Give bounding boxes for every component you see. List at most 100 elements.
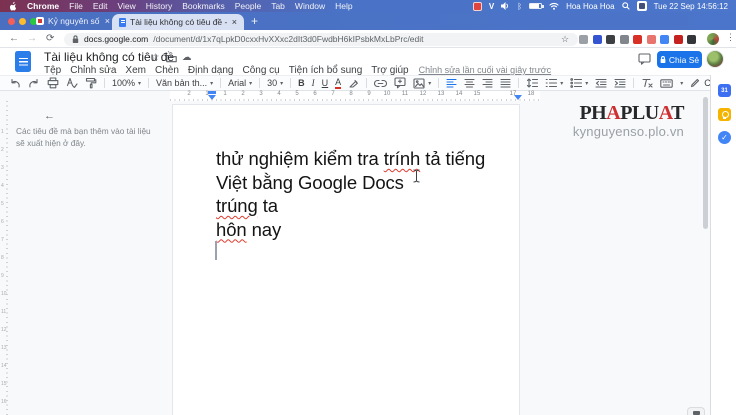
tab-kynguyenso[interactable]: Kỷ nguyên số | Chuyên mục C... × [36, 12, 110, 30]
open-comments-icon[interactable] [638, 53, 651, 65]
undo-icon[interactable] [9, 78, 21, 89]
menubar-clock[interactable]: Tue 22 Sep 14:56:12 [654, 2, 728, 11]
extension-icon[interactable] [673, 34, 683, 44]
calendar-icon[interactable]: 31 [718, 84, 731, 97]
vruler-number: 8 [1, 255, 4, 261]
extension-icon[interactable] [592, 34, 602, 44]
google-docs-logo[interactable] [15, 51, 31, 72]
chrome-menu-icon[interactable]: ⋮ [726, 32, 735, 43]
menubar-menu-item[interactable]: Window [295, 1, 325, 11]
docs-menu-item[interactable]: Xem [125, 65, 146, 76]
menubar-username[interactable]: Hoa Hoa Hoa [566, 2, 614, 11]
star-document-icon[interactable]: ☆ [151, 52, 160, 63]
increase-indent-button[interactable] [614, 78, 626, 88]
paint-format-icon[interactable] [85, 77, 97, 89]
account-avatar[interactable] [706, 50, 724, 68]
docs-menu-item[interactable]: Trợ giúp [371, 65, 408, 76]
add-comment-icon[interactable] [394, 77, 406, 89]
menubar-menu-item[interactable]: History [146, 1, 172, 11]
document-text[interactable]: thử nghiệm kiểm tra trính tả tiếng Việt … [216, 147, 506, 241]
spellcheck-icon[interactable] [66, 77, 78, 89]
menubar-menu-item[interactable]: Bookmarks [182, 1, 225, 11]
zoom-select[interactable]: 100% ▾ [112, 78, 141, 88]
tab-google-docs-active[interactable]: Tài liệu không có tiêu đề - Go... × [112, 14, 244, 30]
volume-icon[interactable] [501, 2, 510, 10]
align-center-button[interactable] [464, 78, 475, 88]
align-right-button[interactable] [482, 78, 493, 88]
print-icon[interactable] [47, 77, 59, 89]
chrome-profile-avatar[interactable] [707, 33, 719, 45]
insert-image-button[interactable]: ▾ [413, 77, 431, 89]
docs-menu-item[interactable]: Chỉnh sửa [70, 65, 116, 76]
docs-menu-item[interactable]: Chèn [155, 65, 179, 76]
url-omnibox[interactable]: docs.google.com/document/d/1x7qLpkD0cxxH… [64, 32, 578, 46]
back-button[interactable]: ← [9, 33, 19, 44]
input-source-icon[interactable] [636, 1, 647, 11]
menubar-menu-item[interactable]: Edit [93, 1, 108, 11]
menubar-app-name[interactable]: Chrome [27, 1, 59, 11]
numbered-list-button[interactable]: ▾ [545, 78, 563, 88]
highlight-color-icon[interactable] [348, 78, 359, 89]
spotlight-search-icon[interactable] [621, 2, 630, 10]
apple-icon[interactable] [8, 1, 17, 11]
first-line-indent-marker[interactable] [208, 91, 216, 94]
line-spacing-button[interactable] [526, 78, 539, 88]
document-page[interactable]: thử nghiệm kiểm tra trính tả tiếng Việt … [172, 104, 520, 415]
tasks-icon[interactable]: ✓ [718, 131, 731, 144]
input-tools-button[interactable] [660, 78, 673, 88]
extension-icon[interactable] [619, 34, 629, 44]
menubar-menu-item[interactable]: File [69, 1, 83, 11]
keep-icon[interactable] [718, 108, 731, 121]
wifi-icon[interactable] [549, 2, 559, 10]
reload-button[interactable]: ⟳ [46, 33, 54, 44]
paragraph-style-select[interactable]: Văn bản th... ▾ [156, 78, 213, 88]
extension-icon[interactable] [606, 34, 615, 44]
font-size-select[interactable]: 30 ▾ [267, 78, 283, 88]
redo-icon[interactable] [28, 78, 40, 89]
extension-icon[interactable] [646, 34, 656, 44]
insert-link-icon[interactable] [374, 79, 388, 88]
last-edit-link[interactable]: Chỉnh sửa lần cuối vài giây trước [419, 65, 552, 75]
vertical-scrollbar[interactable] [703, 97, 708, 229]
underline-button[interactable]: U [322, 78, 329, 88]
forward-button[interactable]: → [27, 33, 37, 44]
text-color-button[interactable]: A [335, 77, 342, 89]
new-tab-button[interactable]: + [251, 14, 258, 28]
bold-button[interactable]: B [298, 78, 305, 88]
extension-icon[interactable] [687, 34, 696, 44]
italic-button[interactable]: I [312, 78, 315, 88]
bluetooth-icon[interactable]: ᛒ [517, 2, 522, 11]
tab2-close-icon[interactable]: × [232, 17, 237, 27]
unikey-input-indicator[interactable]: V [489, 2, 494, 11]
screen-record-icon[interactable] [472, 1, 482, 11]
menubar-menu-item[interactable]: Help [335, 1, 352, 11]
explore-button-partial[interactable] [687, 407, 705, 415]
clear-formatting-button[interactable] [641, 78, 653, 88]
extension-icon[interactable] [633, 34, 642, 44]
docs-menu-item[interactable]: Công cụ [242, 65, 279, 76]
align-left-button[interactable] [446, 78, 457, 88]
extension-icon[interactable] [660, 34, 669, 44]
horizontal-ruler[interactable]: 2 1 1 2 3 4 5 6 7 8 9 10 11 12 13 14 15 17 18 [0, 91, 710, 101]
font-select[interactable]: Arial ▾ [228, 78, 252, 88]
menubar-menu-item[interactable]: People [235, 1, 261, 11]
move-folder-icon[interactable] [166, 54, 177, 63]
vertical-ruler[interactable]: 1 2 3 4 5 6 7 8 9 10 11 12 13 14 15 16 [0, 101, 8, 415]
docs-menu-item[interactable]: Định dạng [188, 65, 234, 76]
bulleted-list-button[interactable]: ▾ [570, 78, 588, 88]
docs-menu-item[interactable]: Tiện ích bổ sung [289, 65, 363, 76]
menubar-menu-item[interactable]: View [117, 1, 135, 11]
window-close-button[interactable] [8, 17, 15, 25]
docs-menu-item[interactable]: Tệp [44, 65, 61, 76]
input-tools-caret[interactable]: ▾ [680, 80, 683, 87]
cloud-saved-icon[interactable]: ☁ [182, 52, 192, 63]
decrease-indent-button[interactable] [595, 78, 607, 88]
bookmark-star-icon[interactable]: ☆ [561, 34, 569, 45]
justify-button[interactable] [500, 78, 511, 88]
extension-icon[interactable] [579, 34, 588, 44]
window-minimize-button[interactable] [19, 17, 26, 25]
menubar-menu-item[interactable]: Tab [271, 1, 285, 11]
close-outline-button[interactable]: ← [44, 110, 55, 122]
tab1-close-icon[interactable]: × [105, 16, 110, 26]
share-button[interactable]: Chia Sẻ [657, 51, 702, 68]
